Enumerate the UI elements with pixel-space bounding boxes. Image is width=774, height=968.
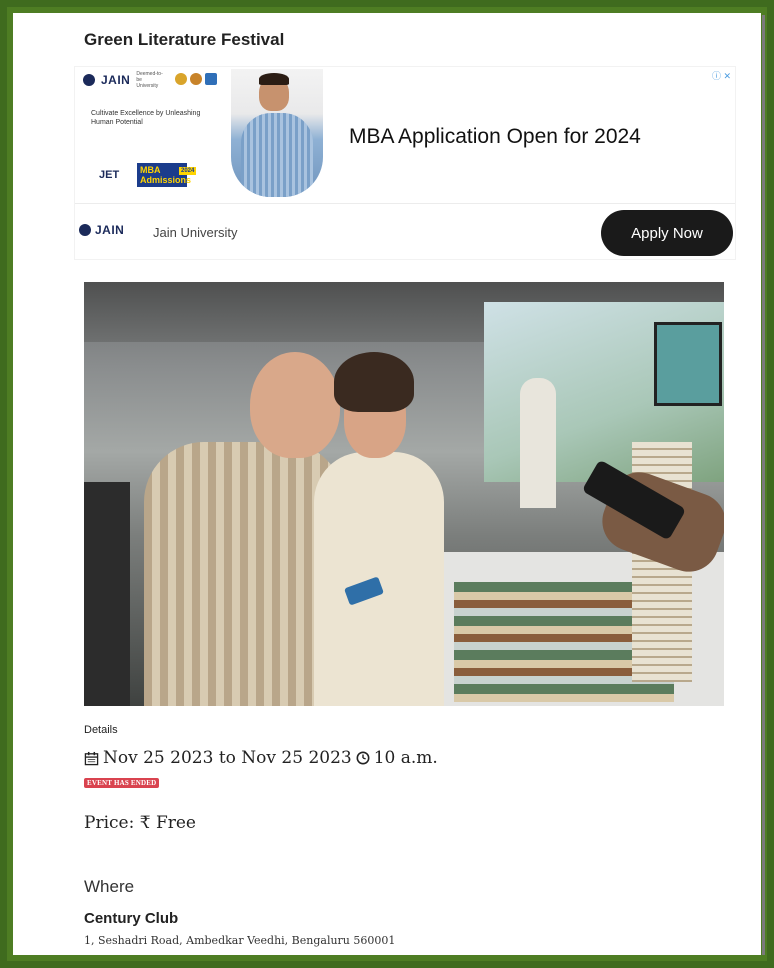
ad-brand-name: JAIN: [101, 73, 131, 87]
details-heading: Details: [84, 724, 118, 736]
accreditation-badge-icon: [205, 73, 217, 85]
price-label: Price:: [84, 813, 135, 833]
calendar-icon: [84, 751, 99, 765]
ad-mba-year: 2024: [179, 167, 197, 175]
apply-now-button[interactable]: Apply Now: [601, 210, 733, 256]
frame-shadow: [762, 15, 765, 955]
event-price: Price: ₹ Free: [84, 813, 196, 833]
event-date-row: Nov 25 2023 to Nov 25 2023 10 a.m.: [84, 748, 438, 768]
event-status-badge: EVENT HAS ENDED: [84, 778, 160, 788]
ad-brand-sub: Deemed-to-be University: [136, 71, 163, 89]
ad-jet-label: JET: [99, 169, 120, 181]
ad-headline[interactable]: MBA Application Open for 2024: [349, 125, 641, 149]
accreditation-badge-icon: [175, 73, 187, 85]
jain-logo-icon: [83, 74, 95, 86]
ad-tagline: Cultivate Excellence by Unleashing Human…: [91, 110, 201, 126]
event-photo: [84, 282, 724, 706]
ad-footer-brand: JAIN: [95, 223, 125, 237]
ad-footer-logo: JAIN: [79, 223, 124, 237]
venue-name: Century Club: [84, 910, 179, 927]
rupee-symbol: ₹: [139, 813, 151, 833]
clock-icon: [356, 751, 370, 765]
ad-advertiser-name: Jain University: [153, 225, 238, 240]
ad-close-icon[interactable]: ⓘ ✕: [712, 69, 731, 82]
event-date-range: Nov 25 2023 to Nov 25 2023: [103, 748, 352, 768]
ad-brand-logo: JAIN Deemed-to-be University: [83, 71, 164, 89]
ad-divider: [75, 203, 735, 204]
accreditation-badge-icon: [190, 73, 202, 85]
event-title: Green Literature Festival: [84, 30, 285, 49]
event-time: 10 a.m.: [373, 748, 438, 768]
jain-logo-icon: [79, 224, 91, 236]
price-value: Free: [155, 813, 196, 833]
ad-accreditation-badges: [175, 73, 217, 85]
ad-banner[interactable]: JAIN Deemed-to-be University Cultivate E…: [74, 66, 736, 260]
ad-model-photo: [231, 69, 323, 197]
where-heading: Where: [84, 877, 135, 896]
venue-address: 1, Seshadri Road, Ambedkar Veedhi, Benga…: [84, 934, 396, 947]
